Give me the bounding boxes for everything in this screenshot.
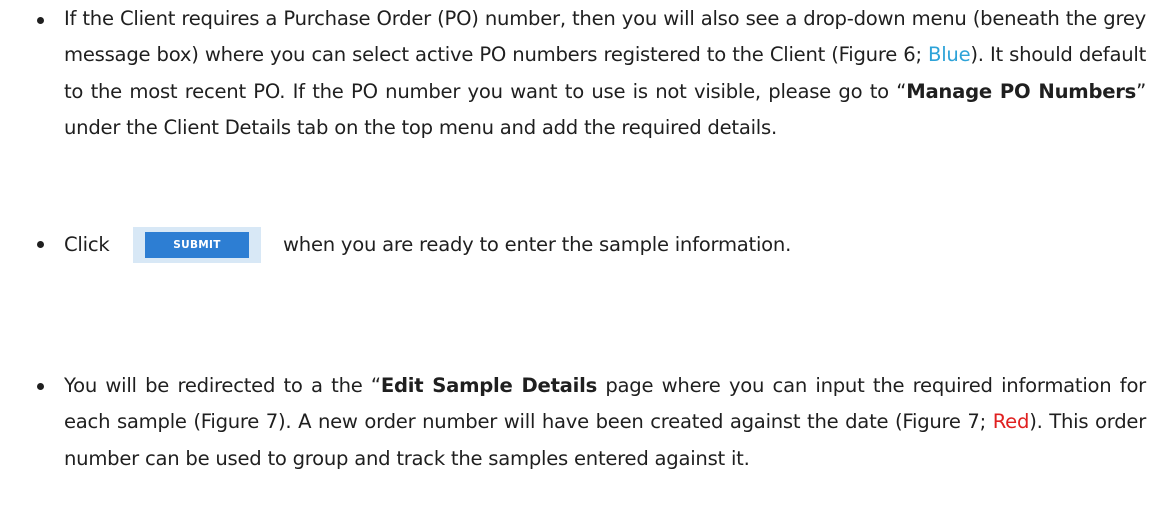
click-label: Click (64, 233, 110, 256)
edit-sample-details-text: Edit Sample Details (380, 374, 597, 397)
manage-po-numbers-text: Manage PO Numbers (906, 79, 1137, 103)
click-submit-line: Click SUBMIT when you are ready to enter… (64, 222, 1146, 268)
text-segment: You will be redirected to a the “ (64, 374, 381, 397)
blue-highlight-text: Blue (928, 43, 971, 67)
bullet-dot (37, 383, 44, 390)
paragraph-edit-sample-details: You will be redirected to a the “Edit Sa… (64, 368, 1146, 477)
submit-button-label: SUBMIT (145, 232, 249, 258)
document-page: If the Client requires a Purchase Order … (0, 0, 1169, 529)
bullet-dot (37, 17, 44, 24)
submit-instruction-text: when you are ready to enter the sample i… (283, 233, 792, 256)
red-highlight-text: Red (992, 410, 1030, 434)
submit-button[interactable]: SUBMIT (133, 227, 261, 263)
bullet-dot (37, 241, 44, 248)
paragraph-po-number: If the Client requires a Purchase Order … (64, 1, 1146, 146)
